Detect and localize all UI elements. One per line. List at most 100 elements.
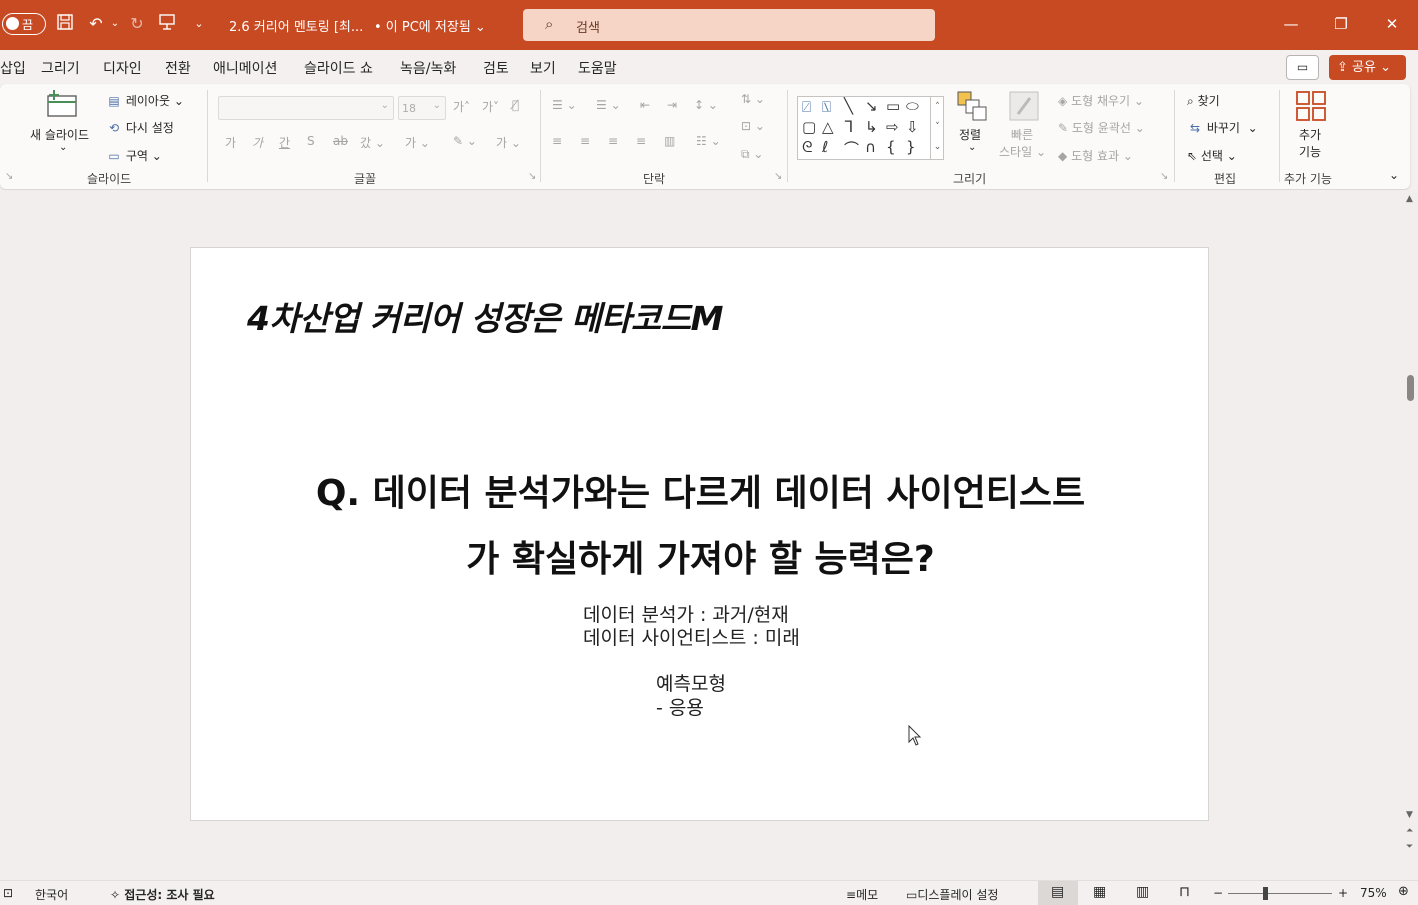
columns-icon[interactable]: ▥ — [664, 134, 675, 148]
tab-insert[interactable]: 삽입 — [0, 58, 26, 78]
down-arrow-shape-icon[interactable]: ⇩ — [906, 118, 919, 136]
minimize-icon[interactable]: — — [1281, 14, 1301, 34]
clear-formatting-icon[interactable]: 가̸ — [512, 98, 519, 112]
body-line[interactable]: - 응용 — [656, 693, 704, 720]
gallery-scroll-icon[interactable]: ˄ ˅ ⌄ — [930, 97, 944, 159]
bold-icon[interactable]: 가 — [225, 134, 236, 151]
next-slide-icon[interactable]: ⏷ — [1406, 842, 1413, 852]
redo-icon[interactable]: ↻ — [126, 13, 148, 35]
tab-review[interactable]: 검토 — [483, 58, 509, 78]
highlight-icon[interactable]: ✎ ⌄ — [453, 134, 477, 148]
display-settings-button[interactable]: ▭디스플레이 설정 — [906, 886, 998, 903]
slide-sorter-icon[interactable]: ▦ — [1093, 884, 1106, 900]
dialog-launcher-icon[interactable]: ↘ — [774, 171, 782, 182]
find-button[interactable]: ⌕ 찾기 — [1187, 92, 1220, 109]
textbox-shape-icon[interactable]: ⍁ — [802, 98, 811, 116]
notes-button[interactable]: ≡메모 — [846, 886, 878, 903]
rounded-rect-shape-icon[interactable]: ▢ — [802, 118, 816, 136]
scribble-shape-icon[interactable]: ℓ — [822, 138, 828, 156]
line-spacing-icon[interactable]: ↕ ⌄ — [694, 98, 718, 112]
select-button[interactable]: ⇖ 선택 ⌄ — [1187, 147, 1237, 164]
layout-button[interactable]: ▤ 레이아웃 ⌄ — [106, 92, 184, 109]
fit-to-window-icon[interactable]: ⊕ — [1398, 884, 1409, 899]
new-slide-icon[interactable] — [44, 90, 80, 123]
decrease-indent-icon[interactable]: ⇤ — [640, 98, 650, 112]
char-spacing-icon[interactable]: 갔 ⌄ — [360, 134, 385, 151]
increase-font-icon[interactable]: 가˄ — [453, 98, 470, 115]
tab-transitions[interactable]: 전환 — [165, 58, 191, 78]
accessibility-status[interactable]: ✧ 접근성: 조사 필요 — [110, 886, 215, 903]
right-arrow-shape-icon[interactable]: ⇨ — [886, 118, 899, 136]
align-center-icon[interactable]: ≡ — [580, 134, 590, 148]
present-icon[interactable] — [156, 13, 178, 35]
elbow-arrow-shape-icon[interactable]: ↳ — [865, 118, 878, 136]
quick-styles-button[interactable]: 스타일 ⌄ — [999, 143, 1046, 160]
increase-indent-icon[interactable]: ⇥ — [667, 98, 677, 112]
normal-view-icon[interactable]: ▤ — [1051, 884, 1064, 900]
shape-outline-button[interactable]: ✎ 도형 윤곽선 ⌄ — [1058, 119, 1145, 136]
strikethrough-icon[interactable]: ab — [333, 134, 348, 148]
zoom-slider-thumb[interactable] — [1263, 887, 1268, 900]
tab-design[interactable]: 디자인 — [103, 58, 142, 78]
close-icon[interactable]: ✕ — [1382, 14, 1402, 34]
shape-effects-button[interactable]: ◆ 도형 효과 ⌄ — [1058, 147, 1133, 164]
shadow-icon[interactable]: S — [307, 134, 315, 148]
undo-dropdown-icon[interactable]: ⌄ — [104, 13, 126, 35]
bullets-icon[interactable]: ☰ ⌄ — [552, 98, 577, 112]
decrease-font-icon[interactable]: 가˅ — [482, 98, 499, 115]
body-line[interactable]: 데이터 사이언티스트 : 미래 — [583, 623, 800, 650]
columns-dropdown-icon[interactable]: ☷ ⌄ — [696, 134, 721, 148]
dialog-launcher-icon[interactable]: ↘ — [528, 171, 536, 182]
font-color-icon[interactable]: 가 ⌄ — [496, 134, 521, 151]
arrange-button[interactable]: 정렬 — [959, 126, 981, 143]
scroll-thumb[interactable] — [1407, 375, 1414, 401]
collapse-ribbon-icon[interactable]: ⌄ — [1389, 168, 1399, 182]
zoom-slider[interactable] — [1228, 893, 1332, 894]
quick-styles-icon[interactable] — [1008, 90, 1040, 125]
numbering-icon[interactable]: ☰ ⌄ — [596, 98, 621, 112]
oval-shape-icon[interactable]: ⬭ — [906, 97, 919, 115]
underline-icon[interactable]: 간 — [279, 134, 290, 151]
arrow-shape-icon[interactable]: ↘ — [865, 97, 878, 115]
dialog-launcher-icon[interactable]: ↘ — [1160, 171, 1168, 182]
italic-icon[interactable]: 가 — [252, 134, 263, 151]
arrange-dropdown-icon[interactable]: ⌄ — [968, 142, 976, 153]
slide-title[interactable]: 4차산업 커리어 성장은 메타코드M — [247, 292, 723, 340]
font-family-select[interactable]: ⌄ — [218, 96, 394, 120]
zoom-out-icon[interactable]: − — [1213, 886, 1223, 900]
autosave-toggle[interactable]: 끔 — [2, 13, 46, 35]
freeform-shape-icon[interactable]: ᘓ — [802, 138, 813, 156]
align-text-icon[interactable]: ⊡ ⌄ — [741, 119, 765, 133]
tab-slideshow[interactable]: 슬라이드 쇼 — [304, 58, 373, 78]
replace-button[interactable]: ⇆ 바꾸기 ⌄ — [1187, 119, 1258, 136]
slideshow-view-icon[interactable]: ⊓ — [1179, 884, 1190, 900]
smartart-icon[interactable]: ⧉ ⌄ — [741, 147, 763, 162]
curve-shape-icon[interactable]: ∩ — [865, 138, 876, 156]
tab-draw[interactable]: 그리기 — [41, 58, 80, 78]
line-shape-icon[interactable]: ╲ — [844, 97, 853, 115]
customize-toolbar-icon[interactable]: ⌄ — [188, 13, 210, 35]
comments-button[interactable]: ▭ — [1286, 55, 1319, 80]
previous-slide-icon[interactable]: ⏶ — [1406, 826, 1413, 836]
triangle-shape-icon[interactable]: △ — [822, 118, 834, 136]
vertical-scrollbar[interactable]: ▲ ▼ ⏶ ⏷ — [1404, 190, 1418, 880]
restore-icon[interactable]: ❐ — [1331, 14, 1351, 34]
vertical-textbox-shape-icon[interactable]: ⍂ — [822, 98, 831, 116]
slide[interactable]: 4차산업 커리어 성장은 메타코드M Q. 데이터 분석가와는 다르게 데이터 … — [190, 247, 1209, 821]
share-button[interactable]: ⇪ 공유 ⌄ — [1329, 55, 1406, 80]
tab-view[interactable]: 보기 — [530, 58, 556, 78]
dialog-launcher-icon[interactable]: ↘ — [5, 171, 13, 182]
shapes-gallery[interactable]: ⍁ ⍂ ╲ ↘ ▭ ⬭ ▢ △ ᒣ ↳ ⇨ ⇩ ᘓ ℓ ⌒ ∩ { } ˄ ˅ ⌄ — [797, 96, 944, 160]
tab-help[interactable]: 도움말 — [578, 58, 617, 78]
connector-shape-icon[interactable]: ᒣ — [844, 118, 853, 136]
shape-fill-button[interactable]: ◈ 도형 채우기 ⌄ — [1058, 92, 1144, 109]
right-brace-shape-icon[interactable]: } — [906, 138, 916, 156]
left-brace-shape-icon[interactable]: { — [886, 138, 896, 156]
change-case-icon[interactable]: 가 ⌄ — [405, 134, 430, 151]
justify-icon[interactable]: ≡ — [636, 134, 646, 148]
question-line-2[interactable]: 가 확실하게 가져야 할 능력은? — [191, 530, 1210, 582]
language-indicator[interactable]: 한국어 — [35, 886, 68, 903]
slide-thumbnail-icon[interactable]: ⊡ — [3, 886, 13, 900]
save-icon[interactable] — [54, 13, 76, 35]
tab-animations[interactable]: 애니메이션 — [213, 58, 277, 78]
